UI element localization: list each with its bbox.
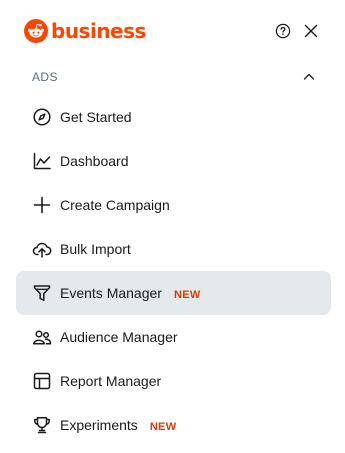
reddit-snoo-icon <box>24 19 48 43</box>
nav-item-bulk-import[interactable]: Bulk Import <box>16 227 331 271</box>
nav-item-events-manager[interactable]: Events Manager NEW <box>16 271 331 315</box>
new-badge: NEW <box>173 289 201 301</box>
cloud-upload-icon <box>32 242 52 258</box>
nav-item-report-manager[interactable]: Report Manager <box>16 359 331 403</box>
chart-line-icon <box>33 152 51 170</box>
brand-name: business <box>51 19 146 43</box>
trophy-icon <box>34 417 50 434</box>
funnel-icon <box>33 285 51 301</box>
nav-item-label: Create Campaign <box>60 197 170 213</box>
new-badge: NEW <box>149 421 177 433</box>
close-icon <box>304 24 318 38</box>
compass-icon <box>33 108 51 126</box>
table-icon <box>33 372 51 390</box>
nav-item-experiments[interactable]: Experiments NEW <box>16 403 331 447</box>
header: business <box>0 0 345 62</box>
help-button[interactable] <box>272 20 294 42</box>
reddit-business-logo[interactable]: business <box>24 17 146 45</box>
nav-item-label: Events Manager NEW <box>60 285 201 301</box>
chevron-up-icon <box>303 73 315 80</box>
ads-nav-list: Get Started Dashboard Create Campaign Bu… <box>16 95 331 447</box>
help-circle-icon <box>275 23 291 39</box>
nav-item-dashboard[interactable]: Dashboard <box>16 139 331 183</box>
nav-item-label: Audience Manager <box>60 329 178 345</box>
nav-item-label: Report Manager <box>60 373 162 389</box>
users-icon <box>33 330 52 345</box>
ads-section-toggle[interactable]: ADS <box>16 62 331 92</box>
section-title: ADS <box>32 70 58 84</box>
nav-item-label: Get Started <box>60 109 132 125</box>
nav-item-get-started[interactable]: Get Started <box>16 95 331 139</box>
nav-item-label: Bulk Import <box>60 241 131 257</box>
close-button[interactable] <box>300 20 322 42</box>
nav-item-audience-manager[interactable]: Audience Manager <box>16 315 331 359</box>
nav-item-label: Dashboard <box>60 153 129 169</box>
nav-item-create-campaign[interactable]: Create Campaign <box>16 183 331 227</box>
nav-item-label: Experiments NEW <box>60 417 177 433</box>
plus-icon <box>33 196 51 214</box>
